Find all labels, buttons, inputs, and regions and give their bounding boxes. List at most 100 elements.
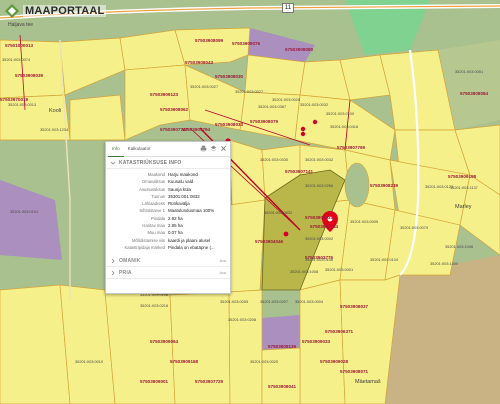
tab-info[interactable]: Info bbox=[108, 142, 124, 157]
cadastral-unit-label: 57503908079 bbox=[250, 119, 279, 124]
info-row: Pindala 2.92 ha bbox=[110, 216, 226, 223]
parcel-id-label: 35201:003:0030 bbox=[260, 157, 289, 162]
parcel-id-label: 35201:003:0207 bbox=[260, 299, 289, 304]
parcel-id-label: 35201:003:0051 bbox=[455, 69, 484, 74]
maaportaal-logo[interactable]: MAAPORTAAL bbox=[4, 3, 107, 19]
layers-icon[interactable] bbox=[210, 145, 217, 152]
cadastral-unit-label: 57503908037 bbox=[340, 304, 369, 309]
clearing bbox=[344, 162, 370, 208]
parcel-id-label: 35201:003:0027 bbox=[235, 89, 264, 94]
tab-kalkulaator[interactable]: Kalkulaator bbox=[124, 142, 155, 156]
popup-tools bbox=[200, 145, 227, 152]
info-row-value: 0.07 ha bbox=[168, 230, 183, 236]
info-row: Katastripidaja märked Pindala on ebatäpne… bbox=[110, 245, 226, 252]
cadastral-unit-label: 57503907769 bbox=[337, 145, 366, 150]
parcel-id-label: 35201:003:0005 bbox=[350, 219, 379, 224]
cadastral-unit-label: 57503909168 bbox=[170, 359, 199, 364]
cadastral-unit-label: 57503908062 bbox=[160, 107, 189, 112]
parcel-id-label: 35201:003:0256 bbox=[305, 183, 334, 188]
info-row: Mõõdistamise viis kaardi ja plaani alusel bbox=[110, 238, 226, 245]
parcel-id-label: 35201:003:0387 bbox=[258, 104, 287, 109]
cadastral-unit-label: 57503907747 bbox=[160, 127, 189, 132]
info-row-value: Saunja küla bbox=[168, 186, 191, 192]
parcel-id-label: 35201:003:0055 bbox=[220, 299, 249, 304]
parcel-id-label: 35201:003:0079 bbox=[400, 225, 429, 230]
cadastral-unit-label: 57503908084 bbox=[460, 91, 489, 96]
parcel-id-label: 35201:003:0013 bbox=[8, 102, 37, 107]
parcel-id-label: 35201:003:0020 bbox=[250, 359, 279, 364]
info-row-key: Haritav maa bbox=[142, 223, 165, 229]
parcel-id-label: 35201:003:0032 bbox=[300, 102, 329, 107]
logo-text: MAAPORTAAL bbox=[23, 5, 107, 17]
chevron-right-icon bbox=[111, 258, 115, 264]
parcel-id-label: 35201:003:0191 bbox=[10, 209, 39, 214]
info-row-value: Pindala on ebatäpne (... bbox=[168, 244, 215, 250]
info-row-value: kaardi ja plaani alusel bbox=[168, 237, 211, 243]
print-icon[interactable] bbox=[200, 145, 207, 152]
cadastral-unit-label: 57503908039 bbox=[15, 73, 44, 78]
cadastral-unit-label: 57503904046 bbox=[255, 239, 284, 244]
info-row: Maakond Harju maakond bbox=[110, 172, 226, 179]
cadastral-unit-label: 57503908041 bbox=[268, 384, 297, 389]
section-omanik[interactable]: OMANIK Ava bbox=[106, 255, 230, 268]
cadastral-unit-label: 57503906371 bbox=[325, 329, 354, 334]
info-row-key: Omavalitsus bbox=[141, 179, 165, 185]
info-row-key: Pindala bbox=[151, 215, 165, 221]
parcel-id-label: 35201:003:0104 bbox=[370, 257, 399, 262]
info-row: Omavalitsus Kuusalu vald bbox=[110, 179, 226, 186]
info-row-value: 2.85 ha bbox=[168, 223, 183, 229]
cadastral-map[interactable] bbox=[0, 0, 500, 404]
cadastral-unit-label: 57503909033 bbox=[302, 339, 331, 344]
parcel-id-label: 35201:003:0216 bbox=[140, 303, 169, 308]
cadastral-unit-label: 57503908071 bbox=[340, 369, 369, 374]
close-icon[interactable] bbox=[220, 145, 227, 152]
cadastral-unit-label: 57503908099 bbox=[195, 38, 224, 43]
parcel-id-label: 35201:003:0010 bbox=[75, 359, 104, 364]
place-label-maetamasti: Mäetamaš bbox=[355, 379, 381, 385]
info-row-key: Asustusüksus bbox=[139, 186, 165, 192]
info-row-value: Rünkaväljа bbox=[168, 201, 190, 207]
info-row-value: Maatulundusmaa 100% bbox=[168, 208, 215, 214]
cadastral-unit-label: 57503907729 bbox=[195, 379, 224, 384]
info-row-key: Maakond bbox=[147, 172, 165, 177]
field-area bbox=[385, 255, 500, 404]
section-pria[interactable]: PRIA Ava bbox=[106, 267, 230, 280]
cadastral-unit-label: 57503908030 bbox=[215, 74, 244, 79]
parcel-id-label: 35201:003:0001 bbox=[325, 267, 354, 272]
cadastral-unit-label: 57503908031 bbox=[305, 215, 334, 220]
pria-open-link[interactable]: Ava bbox=[220, 271, 226, 275]
parcel-id-label: 35201:003:0027 bbox=[190, 84, 219, 89]
info-row-key: Sihtotstarve 1 bbox=[139, 208, 165, 214]
parcel-id-label: 35201:003:0004 bbox=[295, 299, 324, 304]
popup-tabs: Info Kalkulaator bbox=[106, 142, 230, 157]
info-row-value: 35301:001:0832 bbox=[168, 193, 200, 199]
cadastral-unit-label: 57503909064 bbox=[150, 339, 179, 344]
cadastral-unit-label: 57501000013 bbox=[5, 43, 34, 48]
parcel-id-label: 35201:003:1137 bbox=[450, 185, 478, 190]
section-omanik-title: OMANIK bbox=[119, 257, 141, 264]
cadastral-unit-label: 57503909028 bbox=[320, 359, 349, 364]
parcel-id-label: 35201:003:0074 bbox=[2, 57, 31, 62]
info-row: Tunnus 35301:001:0832 bbox=[110, 194, 226, 201]
omanik-open-link[interactable]: Ava bbox=[220, 259, 226, 263]
info-row: Haritav maa 2.85 ha bbox=[110, 223, 226, 230]
road-label: Haljava tee bbox=[8, 22, 34, 28]
road-number: 11 bbox=[282, 3, 294, 13]
logo-icon bbox=[5, 4, 19, 18]
section-katastriuksuse-info[interactable]: KATASTRIÜKSUSE INFO bbox=[106, 157, 230, 169]
parcel-id-label: 35201:003:0002 bbox=[305, 236, 334, 241]
cadastral-unit-label: 57503908076 bbox=[232, 41, 261, 46]
cadastral-unit-label: 57503908239 bbox=[370, 183, 399, 188]
parcel-id-label: 35201:003:0416 bbox=[330, 124, 359, 129]
info-row: Lähiaadress Rünkaväljа bbox=[110, 201, 226, 208]
place-label-marley: Marley bbox=[455, 204, 472, 210]
parcel-id-label: 35201:003:0832 bbox=[264, 210, 293, 215]
info-row-key: Katastripidaja märked bbox=[124, 244, 166, 250]
parcel-id-label: 35201:003:0032 bbox=[305, 157, 334, 162]
place-label-kooli: Kooli bbox=[49, 108, 62, 114]
parcel-id-label: 35201:003:0123 bbox=[425, 184, 454, 189]
info-popup[interactable]: Info Kalkulaator KATASTRIÜKSUSE INFO Maa… bbox=[105, 141, 231, 294]
parcel-id-label: 35201:003:0106 bbox=[305, 257, 334, 262]
info-rows: Maakond Harju maakond Omavalitsus Kuusalu v… bbox=[106, 169, 230, 255]
cadastral-unit-label: 57503908080 bbox=[285, 47, 314, 52]
